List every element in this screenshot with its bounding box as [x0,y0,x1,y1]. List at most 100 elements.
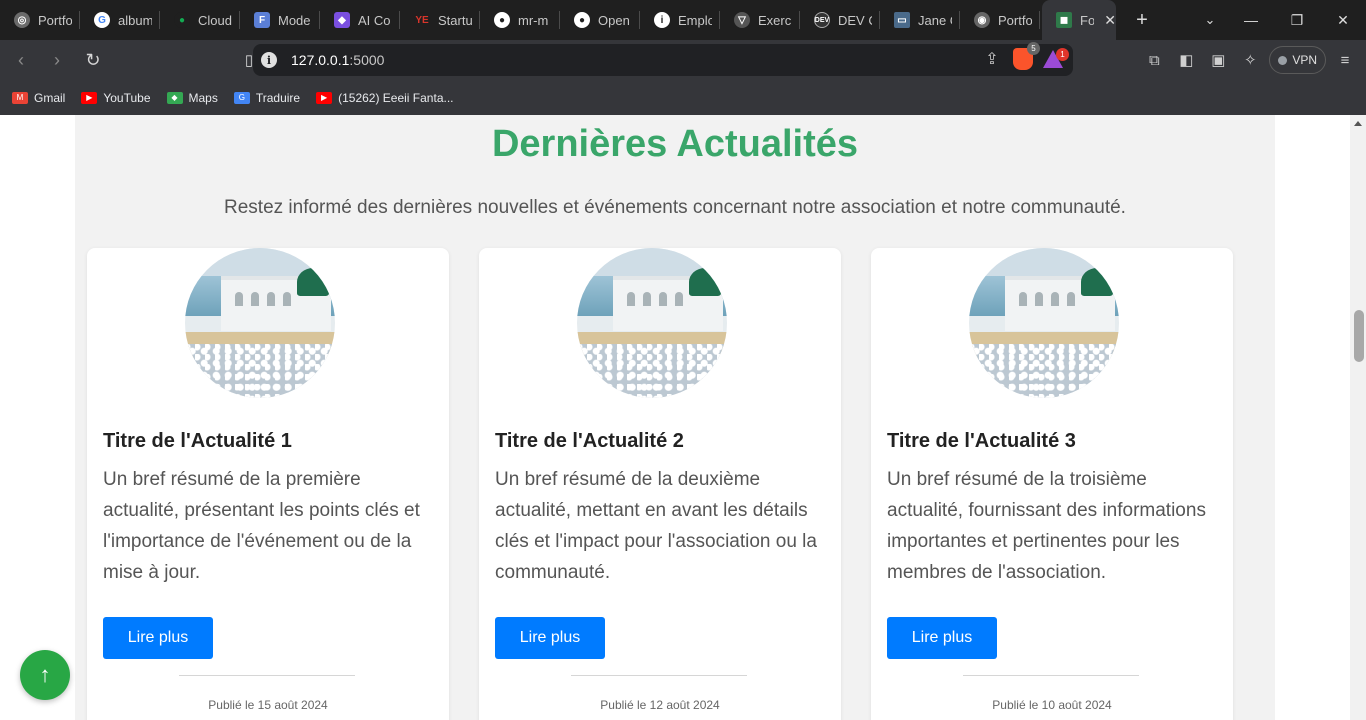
bookmark-label: Gmail [34,90,66,105]
tab-5[interactable]: YE Startu [400,0,480,40]
arrow-up-icon: ↑ [39,662,51,687]
tab-label: Cloud [198,12,232,28]
news-image [969,248,1119,398]
share-icon[interactable]: ⇪ [981,48,1003,70]
github-icon: ● [494,12,510,28]
bookmark-gmail[interactable]: M Gmail [12,91,65,105]
tab-12[interactable]: ◉ Portfo [960,0,1040,40]
extensions-icon[interactable]: ⧉ [1141,45,1167,75]
tab-6[interactable]: ● mr-m [480,0,560,40]
card-divider [179,675,355,676]
site-icon: ◼ [1056,12,1072,28]
dev-icon: DEV [814,12,830,28]
tab-label: Startu [438,12,472,28]
news-section: Dernières Actualités Restez informé des … [75,115,1275,720]
minimize-icon[interactable]: — [1228,0,1274,40]
forward-icon[interactable]: › [42,45,72,75]
mongodb-icon: ● [174,12,190,28]
tab-1[interactable]: Galbum [80,0,160,40]
read-more-button[interactable]: Lire plus [103,617,213,659]
card-divider [963,675,1139,676]
tab-7[interactable]: ● Open [560,0,640,40]
tab-9[interactable]: ▽ Exerci [720,0,800,40]
youtube-icon: ▶ [316,91,333,104]
tab-11[interactable]: ▭ Jane C [880,0,960,40]
scroll-up-icon[interactable] [1354,121,1362,126]
bookmarks-bar: M Gmail ▶ YouTube ◆ Maps G Traduire ▶ (15262)… [0,80,1366,115]
bookmark-label: YouTube [103,90,151,105]
card-summary: Un bref résumé de la troisième actualité… [887,469,1206,583]
back-icon[interactable]: ‹ [6,45,36,75]
tab-8[interactable]: i Emplo [640,0,720,40]
wallet-icon[interactable]: ▣ [1205,45,1231,75]
bookmark-maps[interactable]: ◆ Maps [166,90,218,105]
ai-icon: ◆ [334,12,350,28]
startup-icon: YE [414,12,430,28]
scrollbar-thumb[interactable] [1354,310,1364,362]
rewards-count: 1 [1056,48,1069,61]
tab-label: Portfo [38,12,72,28]
restore-icon[interactable]: ❐ [1274,0,1320,40]
close-tab-icon[interactable]: ✕ [1104,12,1116,29]
card-title: Titre de l'Actualité 2 [495,430,684,452]
bookmark-video[interactable]: ▶ (15262) Eeeii Fanta... [316,90,454,105]
laptop-icon: ▭ [894,12,910,28]
tab-label: Portfo [998,12,1032,28]
gmail-icon: M [12,91,28,104]
tab-label: mr-m [518,12,549,28]
tab-label: Exerci [758,12,792,28]
globe-icon: ◉ [974,12,990,28]
card-date: Publié le 10 août 2024 [992,698,1112,712]
github-icon: ● [574,12,590,28]
tab-2[interactable]: ● Cloud [160,0,240,40]
vpn-status-icon [1278,55,1288,65]
tab-active[interactable]: ◼ Fo ✕ [1042,0,1116,40]
vpn-button[interactable]: VPN [1269,46,1326,74]
sidebar-icon[interactable]: ◧ [1173,45,1199,75]
bookmark-label: (15262) Eeeii Fanta... [338,90,454,105]
read-more-button[interactable]: Lire plus [495,617,605,659]
leo-ai-icon[interactable]: ✧ [1237,45,1263,75]
tab-label: album [118,12,152,28]
reload-icon[interactable]: ↻ [78,45,108,75]
news-image [577,248,727,398]
tab-label: Fo [1080,12,1095,28]
youtube-icon: ▶ [81,91,98,104]
scroll-to-top-button[interactable]: ↑ [20,650,70,700]
app-icon: F [254,12,270,28]
close-window-icon[interactable]: ✕ [1320,0,1366,40]
news-card: Titre de l'Actualité 3 Un bref résumé de… [871,248,1233,720]
tab-0[interactable]: ◎ Portfo [0,0,80,40]
card-title: Titre de l'Actualité 1 [103,430,292,452]
bookmark-translate[interactable]: G Traduire [233,90,301,105]
exercise-icon: ▽ [734,12,750,28]
chevron-down-icon[interactable]: ⌄ [1194,0,1226,40]
page-scrollbar[interactable] [1350,115,1366,720]
tab-4[interactable]: ◆ AI Co [320,0,400,40]
tab-label: Mode [278,12,311,28]
url-text: 127.0.0.1:5000 [291,52,385,68]
menu-icon[interactable]: ≡ [1332,45,1358,75]
page-viewport: Dernières Actualités Restez informé des … [0,115,1350,720]
google-icon: G [94,12,110,28]
translate-icon: G [233,91,250,104]
maps-icon: ◆ [166,91,183,104]
bookmark-label: Maps [188,90,218,105]
brave-shields-icon[interactable]: 5 [1013,42,1040,70]
vpn-label: VPN [1292,53,1317,67]
address-bar[interactable]: i 127.0.0.1:5000 ⇪ 5 1 [253,42,1073,76]
portfolio-icon: ◎ [14,12,30,28]
tab-label: Emplo [678,12,712,28]
bookmark-label: Traduire [255,90,301,105]
read-more-button[interactable]: Lire plus [887,617,997,659]
tab-10[interactable]: DEV DEV C [800,0,880,40]
new-tab-button[interactable]: + [1122,0,1162,40]
bookmark-youtube[interactable]: ▶ YouTube [81,90,151,105]
brave-rewards-icon[interactable]: 1 [1043,48,1069,68]
section-lead: Restez informé des dernières nouvelles e… [224,197,1126,218]
tab-3[interactable]: F Mode [240,0,320,40]
site-info-icon[interactable]: i [261,52,277,68]
card-date: Publié le 12 août 2024 [600,698,720,712]
info-icon: i [654,12,670,28]
window-controls: — ❐ ✕ [1228,0,1366,40]
